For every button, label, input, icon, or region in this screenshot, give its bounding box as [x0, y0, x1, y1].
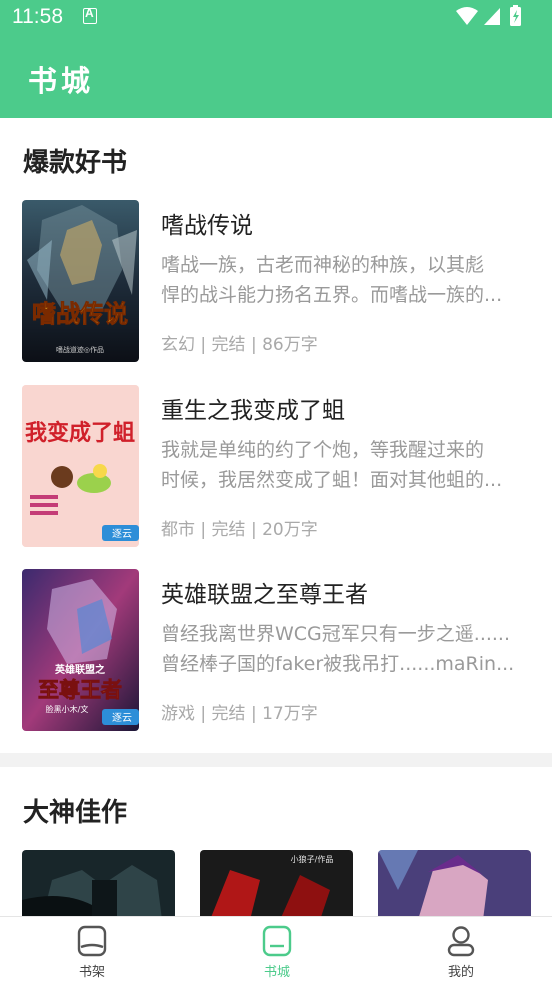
- book-cover[interactable]: 我变成了蛆 逐云: [22, 385, 139, 547]
- bookstore-icon: [262, 925, 292, 957]
- section-divider: [0, 753, 552, 767]
- book-cover-thumbnail[interactable]: 小狼子/作品: [200, 850, 353, 920]
- description-line: 悍的战斗能力扬名五界。而嗜战一族的...: [161, 284, 503, 306]
- book-description: 我就是单纯的约了个炮，等我醒过来的 时候，我居然变成了蛆！面对其他蛆的...: [161, 435, 531, 495]
- app-bar: 11:58 书城: [0, 0, 552, 118]
- status-time: 11:58: [12, 5, 63, 28]
- cover-title-text: 嗜战传说: [32, 300, 128, 328]
- book-meta: 游戏 | 完结 | 17万字: [161, 704, 318, 724]
- tab-label: 书城: [263, 965, 290, 980]
- description-line: 时候，我居然变成了蛆！面对其他蛆的...: [161, 469, 503, 491]
- cover-series-text: 英雄联盟之: [54, 663, 105, 676]
- book-meta: 都市 | 完结 | 20万字: [161, 520, 318, 540]
- description-line: 曾经棒子国的faker被我吊打......maRin...: [161, 653, 515, 675]
- tab-bookshelf[interactable]: 书架: [32, 917, 152, 983]
- system-status-icons: [456, 5, 521, 26]
- book-description: 嗜战一族，古老而神秘的种族，以其彪 悍的战斗能力扬名五界。而嗜战一族的...: [161, 250, 531, 310]
- description-line: 我就是单纯的约了个炮，等我醒过来的: [161, 439, 485, 461]
- cover-badge-text: 逐云: [112, 712, 132, 724]
- book-item[interactable]: 英雄联盟之 至尊王者 脸黑小木/文 逐云 英雄联盟之至尊王者 曾经我离世界WCG…: [0, 569, 552, 739]
- section-title-master: 大神佳作: [23, 798, 128, 828]
- book-cover-thumbnail[interactable]: [378, 850, 531, 920]
- book-cover[interactable]: 嗜战传说 嗜战道迹◎作品: [22, 200, 139, 362]
- thumbnail-caption: 小狼子/作品: [291, 854, 334, 864]
- tab-bookstore[interactable]: 书城: [217, 917, 337, 983]
- tab-label: 我的: [447, 965, 474, 980]
- section-title-hot: 爆款好书: [23, 148, 128, 178]
- book-title[interactable]: 嗜战传说: [161, 206, 253, 240]
- book-title[interactable]: 英雄联盟之至尊王者: [161, 575, 368, 609]
- tab-label: 书架: [78, 965, 105, 980]
- description-line: 嗜战一族，古老而神秘的种族，以其彪: [161, 254, 485, 276]
- book-item[interactable]: 嗜战传说 嗜战道迹◎作品 嗜战传说 嗜战一族，古老而神秘的种族，以其彪 悍的战斗…: [0, 200, 552, 370]
- book-title[interactable]: 重生之我变成了蛆: [161, 391, 345, 425]
- cover-author-text: 嗜战道迹◎作品: [56, 345, 104, 354]
- bookshelf-icon: [77, 925, 107, 957]
- bottom-tab-bar: 书架 书城 我的: [0, 916, 552, 983]
- book-cover[interactable]: 英雄联盟之 至尊王者 脸黑小木/文 逐云: [22, 569, 139, 731]
- page-title: 书城: [28, 64, 95, 98]
- book-cover-thumbnail[interactable]: [22, 850, 175, 920]
- cover-title-text: 我变成了蛆: [25, 420, 135, 446]
- signal-icon: [484, 8, 500, 25]
- cover-author-text: 脸黑小木/文: [46, 704, 89, 714]
- cover-badge-text: 逐云: [112, 528, 132, 540]
- book-description: 曾经我离世界WCG冠军只有一步之遥...... 曾经棒子国的faker被我吊打.…: [161, 619, 531, 679]
- book-meta: 玄幻 | 完结 | 86万字: [161, 335, 318, 355]
- status-bar: 11:58: [0, 0, 552, 34]
- profile-icon: [447, 926, 475, 957]
- notification-a-icon: [83, 6, 97, 24]
- wifi-icon: [456, 7, 478, 25]
- tab-profile[interactable]: 我的: [401, 917, 521, 983]
- book-item[interactable]: 我变成了蛆 逐云 重生之我变成了蛆 我就是单纯的约了个炮，等我醒过来的 时候，我…: [0, 385, 552, 555]
- description-line: 曾经我离世界WCG冠军只有一步之遥......: [161, 623, 511, 645]
- cover-title-text: 至尊王者: [38, 678, 122, 702]
